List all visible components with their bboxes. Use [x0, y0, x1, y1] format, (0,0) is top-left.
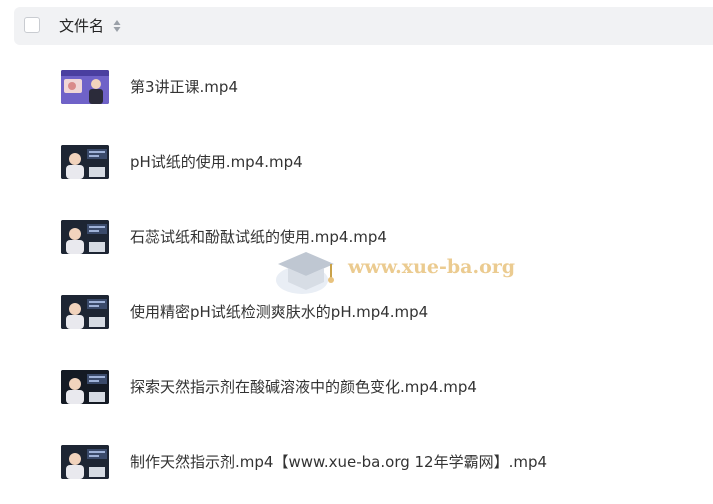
file-row[interactable]: 制作天然指示剂.mp4【www.xue-ba.org 12年学霸网】.mp4	[0, 434, 713, 494]
video-thumbnail[interactable]	[61, 70, 109, 104]
file-name[interactable]: 制作天然指示剂.mp4【www.xue-ba.org 12年学霸网】.mp4	[130, 452, 547, 472]
file-row[interactable]: 第3讲正课.mp4	[0, 59, 713, 119]
watermark-text: www.xue-ba.org	[348, 256, 516, 278]
filename-column-header[interactable]: 文件名	[59, 17, 104, 35]
select-all-checkbox[interactable]	[24, 17, 40, 33]
file-row[interactable]: pH试纸的使用.mp4.mp4	[0, 134, 713, 194]
sort-icon[interactable]	[113, 19, 121, 33]
video-thumbnail[interactable]	[61, 145, 109, 179]
file-name[interactable]: 使用精密pH试纸检测爽肤水的pH.mp4.mp4	[130, 302, 428, 322]
watermark: www.xue-ba.org	[272, 238, 516, 300]
video-thumbnail[interactable]	[61, 445, 109, 479]
video-thumbnail[interactable]	[61, 220, 109, 254]
file-name[interactable]: 探索天然指示剂在酸碱溶液中的颜色变化.mp4.mp4	[130, 377, 477, 397]
video-thumbnail[interactable]	[61, 295, 109, 329]
video-thumbnail[interactable]	[61, 370, 109, 404]
file-list-header: 文件名	[14, 7, 713, 45]
file-name[interactable]: 第3讲正课.mp4	[130, 77, 238, 97]
graduation-cap-icon	[276, 252, 334, 294]
file-row[interactable]: 探索天然指示剂在酸碱溶液中的颜色变化.mp4.mp4	[0, 359, 713, 419]
file-name[interactable]: pH试纸的使用.mp4.mp4	[130, 152, 303, 172]
